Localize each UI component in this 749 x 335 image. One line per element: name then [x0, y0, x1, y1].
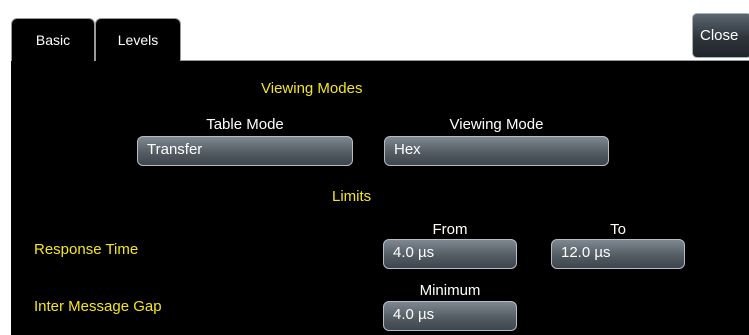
tab-levels-label: Levels	[117, 32, 159, 48]
from-label: From	[432, 221, 468, 238]
limits-heading: Limits	[332, 188, 372, 205]
response-time-from-input[interactable]: 4.0 µs	[383, 239, 517, 269]
viewing-mode-label: Viewing Mode	[449, 116, 544, 133]
settings-panel: Viewing Modes Table Mode Transfer Viewin…	[11, 60, 749, 335]
tab-basic-label: Basic	[35, 32, 71, 48]
minimum-label: Minimum	[419, 282, 481, 299]
tab-basic[interactable]: Basic	[11, 18, 95, 61]
response-time-to-input[interactable]: 12.0 µs	[551, 239, 685, 269]
viewing-modes-heading: Viewing Modes	[261, 80, 363, 97]
tab-levels[interactable]: Levels	[95, 18, 181, 61]
to-label: To	[610, 221, 626, 238]
table-mode-select[interactable]: Transfer	[137, 136, 353, 166]
close-button-label: Close	[700, 27, 739, 44]
response-time-label: Response Time	[34, 241, 139, 258]
close-button[interactable]: Close	[692, 13, 749, 58]
inter-message-gap-minimum-input[interactable]: 4.0 µs	[383, 301, 517, 331]
table-mode-label: Table Mode	[206, 116, 284, 133]
viewing-mode-select[interactable]: Hex	[384, 136, 609, 166]
inter-message-gap-label: Inter Message Gap	[34, 298, 162, 315]
